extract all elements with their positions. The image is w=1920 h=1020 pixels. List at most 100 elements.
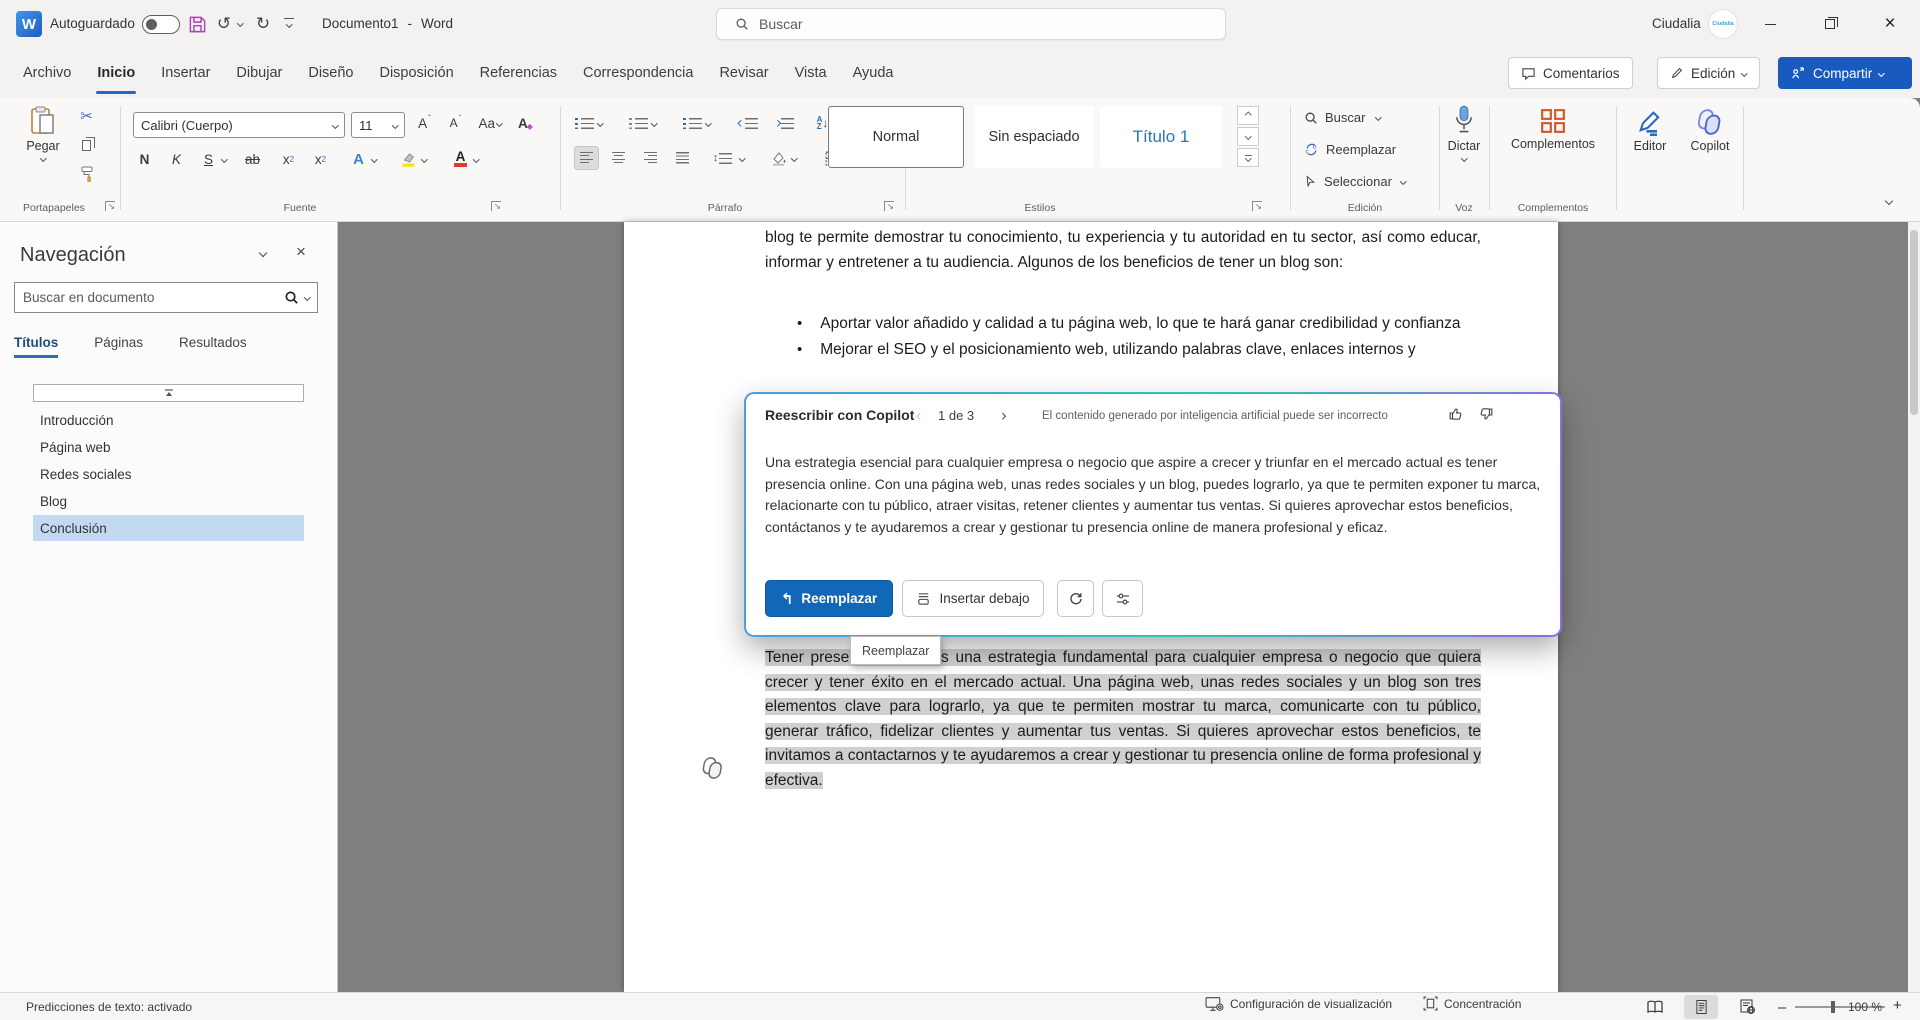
tab-disposicion[interactable]: Disposición xyxy=(366,48,466,98)
thumbs-up-button[interactable] xyxy=(1448,406,1464,422)
word-app-icon[interactable]: W xyxy=(16,11,42,37)
redo-button[interactable]: ↻ xyxy=(250,11,276,37)
subscript-button[interactable]: x2 xyxy=(276,147,301,171)
style-sin-espaciado[interactable]: Sin espaciado xyxy=(974,106,1094,168)
tab-insertar[interactable]: Insertar xyxy=(148,48,223,98)
numbered-list-dropdown-icon[interactable] xyxy=(651,120,657,126)
nav-tab-titulos[interactable]: Títulos xyxy=(14,335,58,358)
previous-suggestion-button[interactable] xyxy=(912,408,928,424)
copilot-margin-icon[interactable] xyxy=(700,756,726,780)
tab-diseno[interactable]: Diseño xyxy=(295,48,366,98)
replace-action-button[interactable]: ↰ Reemplazar xyxy=(765,580,893,617)
bullet-item[interactable]: Mejorar el SEO y el posicionamiento web,… xyxy=(797,338,1481,363)
grow-font-button[interactable]: Aˆ xyxy=(412,111,437,135)
paste-button[interactable]: Pegar xyxy=(16,106,70,161)
focus-mode-button[interactable]: Concentración xyxy=(1423,996,1521,1011)
italic-button[interactable]: K xyxy=(164,147,189,171)
tab-vista[interactable]: Vista xyxy=(782,48,840,98)
tab-revisar[interactable]: Revisar xyxy=(706,48,781,98)
decrease-indent-button[interactable] xyxy=(736,111,761,135)
strikethrough-button[interactable]: ab xyxy=(240,147,265,171)
nav-item-conclusion[interactable]: Conclusión xyxy=(33,515,304,541)
nav-search-input[interactable] xyxy=(23,290,284,305)
underline-button[interactable]: S xyxy=(196,147,221,171)
font-dialog-launcher[interactable]: ↘ xyxy=(491,201,501,211)
paste-dropdown-icon[interactable] xyxy=(40,155,46,161)
bullet-list-dropdown-icon[interactable] xyxy=(597,120,603,126)
numbered-list-button[interactable] xyxy=(626,111,651,135)
nav-item-blog[interactable]: Blog xyxy=(33,488,304,514)
display-settings-button[interactable]: Configuración de visualización xyxy=(1205,996,1392,1012)
undo-dropdown-icon[interactable] xyxy=(237,20,243,26)
styles-scroll-down-button[interactable] xyxy=(1237,127,1259,146)
document-paragraph-top[interactable]: blog te permite demostrar tu conocimient… xyxy=(765,226,1481,275)
close-button[interactable]: × xyxy=(1867,0,1913,48)
select-button[interactable]: Seleccionar xyxy=(1304,174,1405,189)
zoom-out-button[interactable]: – xyxy=(1778,999,1786,1016)
zoom-in-button[interactable]: + xyxy=(1893,997,1902,1014)
next-suggestion-button[interactable] xyxy=(994,408,1010,424)
increase-indent-button[interactable] xyxy=(772,111,797,135)
highlight-dropdown-icon[interactable] xyxy=(421,156,427,162)
bullet-list-button[interactable] xyxy=(572,111,597,135)
font-size-select[interactable]: 11 xyxy=(351,112,405,138)
search-bar[interactable] xyxy=(716,8,1226,40)
bullet-item[interactable]: Aportar valor añadido y calidad a tu pág… xyxy=(797,312,1481,337)
restore-button[interactable] xyxy=(1807,0,1853,48)
quick-access-more-icon[interactable] xyxy=(284,18,294,27)
format-painter-button[interactable] xyxy=(74,162,99,186)
nav-item-introduccion[interactable]: Introducción xyxy=(33,407,304,433)
copy-button[interactable] xyxy=(74,133,99,157)
font-color-dropdown-icon[interactable] xyxy=(473,156,479,162)
zoom-level[interactable]: 100 % xyxy=(1848,1000,1882,1014)
editing-mode-button[interactable]: Edición xyxy=(1657,57,1760,89)
nav-search-icon[interactable] xyxy=(284,290,299,305)
font-name-select[interactable]: Calibri (Cuerpo) xyxy=(133,112,345,138)
dictate-dropdown-icon[interactable] xyxy=(1461,155,1467,161)
styles-dialog-launcher[interactable]: ↘ xyxy=(1252,201,1262,211)
nav-search-box[interactable] xyxy=(14,282,318,313)
tab-inicio[interactable]: Inicio xyxy=(84,48,148,98)
text-predictions-status[interactable]: Predicciones de texto: activado xyxy=(26,1000,192,1014)
scrollbar-thumb[interactable] xyxy=(1910,230,1918,415)
web-layout-button[interactable] xyxy=(1730,995,1764,1019)
text-effects-dropdown-icon[interactable] xyxy=(371,156,377,162)
comments-button[interactable]: Comentarios xyxy=(1508,57,1633,89)
user-avatar[interactable]: Ciudalia xyxy=(1708,9,1738,39)
shading-button[interactable] xyxy=(766,146,791,170)
autosave-toggle[interactable] xyxy=(142,15,180,34)
share-button[interactable]: Compartir xyxy=(1778,57,1912,89)
copilot-button[interactable]: Copilot xyxy=(1684,108,1736,153)
minimize-button[interactable] xyxy=(1747,0,1793,48)
highlight-button[interactable] xyxy=(396,147,421,171)
bold-button[interactable]: N xyxy=(132,147,157,171)
nav-tab-paginas[interactable]: Páginas xyxy=(94,335,143,358)
tab-dibujar[interactable]: Dibujar xyxy=(223,48,295,98)
shading-dropdown-icon[interactable] xyxy=(791,155,797,161)
tab-ayuda[interactable]: Ayuda xyxy=(840,48,907,98)
undo-button[interactable]: ↺ xyxy=(211,11,237,37)
tab-referencias[interactable]: Referencias xyxy=(467,48,570,98)
text-effects-button[interactable]: A xyxy=(346,147,371,171)
shrink-font-button[interactable]: Aˇ xyxy=(443,111,468,135)
nav-item-pagina-web[interactable]: Página web xyxy=(33,434,304,460)
styles-scroll-up-button[interactable] xyxy=(1237,106,1259,125)
styles-gallery-more-button[interactable] xyxy=(1237,148,1259,167)
addins-button[interactable]: Complementos xyxy=(1500,108,1606,151)
adjust-options-button[interactable] xyxy=(1102,580,1143,617)
superscript-button[interactable]: x2 xyxy=(308,147,333,171)
clear-formatting-button[interactable]: A◆ xyxy=(513,111,538,135)
style-titulo-1[interactable]: Título 1 xyxy=(1100,106,1222,168)
document-bullet-list[interactable]: Aportar valor añadido y calidad a tu pág… xyxy=(797,312,1481,363)
editor-button[interactable]: Editor xyxy=(1628,108,1672,153)
selected-paragraph[interactable]: Tener presencia online es una estrategia… xyxy=(765,646,1481,794)
save-button[interactable] xyxy=(184,11,210,37)
zoom-slider-handle[interactable] xyxy=(1831,1001,1835,1013)
tab-archivo[interactable]: Archivo xyxy=(10,48,84,98)
tab-correspondencia[interactable]: Correspondencia xyxy=(570,48,706,98)
clipboard-dialog-launcher[interactable]: ↘ xyxy=(105,201,115,211)
nav-pane-close-icon[interactable]: × xyxy=(296,242,306,262)
underline-dropdown-icon[interactable] xyxy=(221,156,227,162)
cut-button[interactable]: ✂ xyxy=(74,104,99,128)
nav-tab-resultados[interactable]: Resultados xyxy=(179,335,247,358)
